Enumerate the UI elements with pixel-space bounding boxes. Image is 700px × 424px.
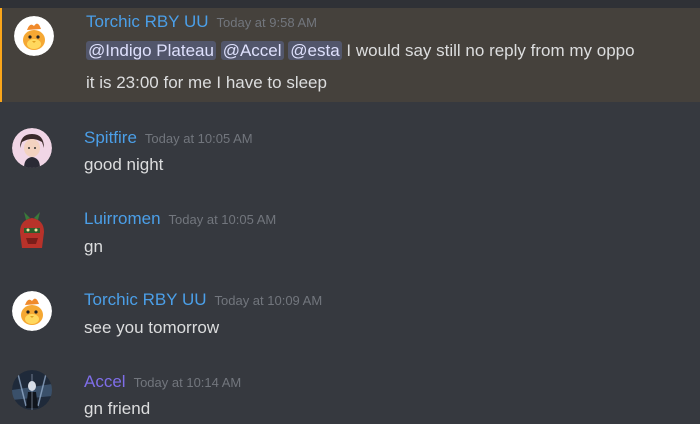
username[interactable]: Luirromen [84,209,161,228]
username[interactable]: Torchic RBY UU [84,290,207,309]
timestamp: Today at 10:14 AM [133,375,242,390]
mention-indigo-plateau[interactable]: @Indigo Plateau [86,41,216,60]
message-text: @Indigo Plateau @Accel @esta I would say… [86,40,690,62]
username[interactable]: Accel [84,372,126,391]
message-text-line2: it is 23:00 for me I have to sleep [86,73,327,92]
username[interactable]: Torchic RBY UU [86,12,209,31]
message-item[interactable]: Torchic RBY UU Today at 9:58 AM @Indigo P… [0,8,700,102]
mention-esta[interactable]: @esta [288,41,342,60]
red-creature-avatar[interactable] [12,210,52,250]
timestamp: Today at 10:09 AM [214,293,323,308]
message-item[interactable]: Torchic RBY UU Today at 10:09 AM see you … [0,283,700,343]
timestamp: Today at 10:05 AM [168,212,277,227]
timestamp: Today at 9:58 AM [216,15,317,30]
username[interactable]: Spitfire [84,128,137,147]
message-text: gn [84,237,103,256]
message-item[interactable]: Spitfire Today at 10:05 AM good night [0,120,700,180]
mention-accel[interactable]: @Accel [220,41,284,60]
message-text: see you tomorrow [84,318,220,337]
message-text-line1: I would say still no reply from my oppo [346,41,635,60]
timestamp: Today at 10:05 AM [144,131,253,146]
message-item[interactable]: Accel Today at 10:14 AM gn friend [0,364,700,424]
message-item[interactable]: Luirromen Today at 10:05 AM gn [0,202,700,262]
torchic-avatar[interactable] [14,16,54,56]
anime-character-avatar[interactable] [12,128,52,168]
chat-messages: Torchic RBY UU Today at 9:58 AM @Indigo P… [0,0,700,424]
message-text: gn friend [84,399,151,418]
dark-figure-avatar[interactable] [12,370,52,410]
message-text: good night [84,155,164,174]
torchic-avatar[interactable] [12,291,52,331]
